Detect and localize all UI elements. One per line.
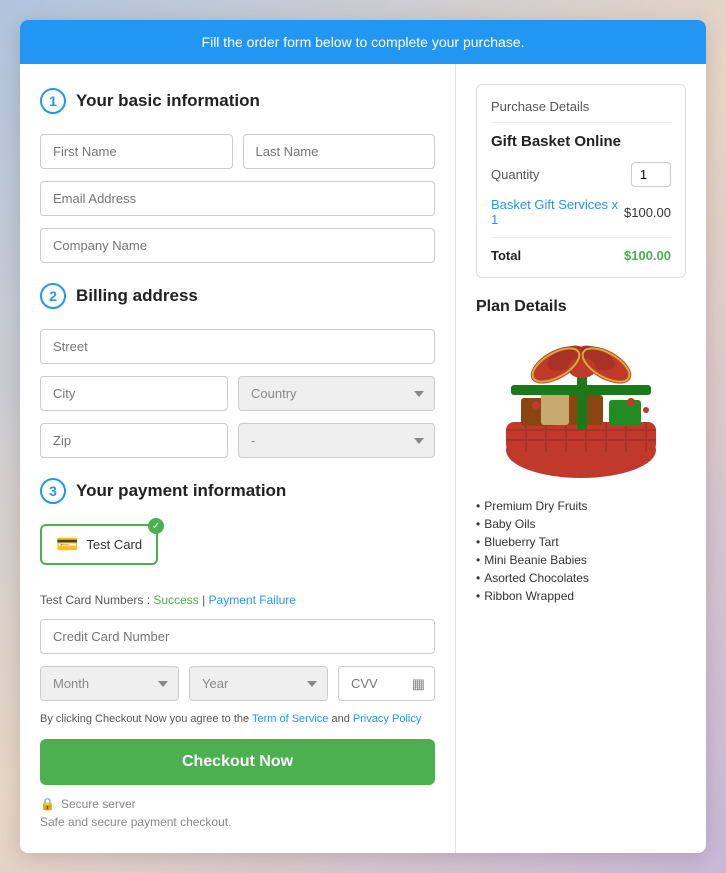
test-card-info: Test Card Numbers : Success | Payment Fa… [40,593,435,607]
first-name-input[interactable] [40,134,233,169]
right-panel: Purchase Details Gift Basket Online Quan… [456,64,706,853]
plan-list-item: Mini Beanie Babies [476,553,686,567]
test-card-numbers-label: Test Card Numbers : [40,593,150,607]
zip-state-row: - [40,423,435,458]
payment-method-area: 💳 Test Card ✓ [40,524,435,579]
terms-link[interactable]: Term of Service [252,713,328,725]
and-text: and [331,713,352,725]
service-label: Basket Gift Services x 1 [491,197,624,227]
plan-list: Premium Dry Fruits Baby Oils Blueberry Tar… [476,499,686,603]
state-select[interactable]: - [238,423,435,458]
left-panel: 1 Your basic information 2 Billing addre… [20,64,456,853]
city-country-row: Country [40,376,435,411]
terms-prefix: By clicking Checkout Now you agree to th… [40,713,252,725]
quantity-label: Quantity [491,167,539,182]
section3-number: 3 [40,478,66,504]
product-name: Gift Basket Online [491,133,671,150]
email-row [40,181,435,216]
checkout-button[interactable]: Checkout Now [40,739,435,785]
section2-title: Billing address [76,286,198,306]
country-select[interactable]: Country [238,376,435,411]
plan-list-item: Baby Oils [476,517,686,531]
plan-list-item: Premium Dry Fruits [476,499,686,513]
service-price: $100.00 [624,205,671,220]
credit-card-row [40,619,435,654]
total-price: $100.00 [624,248,671,263]
main-card: Fill the order form below to complete yo… [20,20,706,853]
terms-area: By clicking Checkout Now you agree to th… [40,713,435,725]
total-row: Total $100.00 [491,248,671,263]
credit-card-input[interactable] [40,619,435,654]
city-input[interactable] [40,376,228,411]
name-row [40,134,435,169]
secure-note: Safe and secure payment checkout. [40,815,435,829]
section1-number: 1 [40,88,66,114]
failure-link[interactable]: Payment Failure [209,593,296,607]
test-card-label: Test Card [86,537,142,552]
year-select[interactable]: Year [189,666,328,701]
success-link[interactable]: Success [153,593,198,607]
secure-info: 🔒 Secure server [40,797,435,811]
purchase-box-title: Purchase Details [491,99,671,123]
zip-input[interactable] [40,423,228,458]
last-name-input[interactable] [243,134,436,169]
body-layout: 1 Your basic information 2 Billing addre… [20,64,706,853]
header-banner: Fill the order form below to complete yo… [20,20,706,64]
plan-list-item: Blueberry Tart [476,535,686,549]
section3-header: 3 Your payment information [40,478,435,504]
banner-text: Fill the order form below to complete yo… [202,34,525,50]
plan-list-item: Ribbon Wrapped [476,589,686,603]
privacy-link[interactable]: Privacy Policy [353,713,421,725]
secure-label: Secure server [61,797,136,811]
section3-title: Your payment information [76,481,286,501]
section2-number: 2 [40,283,66,309]
street-row [40,329,435,364]
plan-list-item: Asorted Chocolates [476,571,686,585]
test-card-method[interactable]: 💳 Test Card ✓ [40,524,158,565]
email-input[interactable] [40,181,435,216]
month-select[interactable]: Month [40,666,179,701]
company-row [40,228,435,263]
section1-header: 1 Your basic information [40,88,435,114]
plan-details-section: Plan Details [476,298,686,603]
service-row: Basket Gift Services x 1 $100.00 [491,197,671,238]
credit-card-icon: 💳 [56,534,78,555]
cvv-row: Month Year ▦ [40,666,435,701]
quantity-input[interactable] [631,162,671,187]
lock-icon: 🔒 [40,797,55,811]
plan-details-title: Plan Details [476,298,686,316]
selected-check-icon: ✓ [148,518,164,534]
section1-title: Your basic information [76,91,260,111]
street-input[interactable] [40,329,435,364]
basket-image [491,330,671,485]
total-label: Total [491,248,521,263]
section2-header: 2 Billing address [40,283,435,309]
purchase-box: Purchase Details Gift Basket Online Quan… [476,84,686,278]
company-input[interactable] [40,228,435,263]
cvv-wrap: ▦ [338,666,435,701]
quantity-row: Quantity [491,162,671,187]
cvv-card-icon: ▦ [412,675,425,692]
